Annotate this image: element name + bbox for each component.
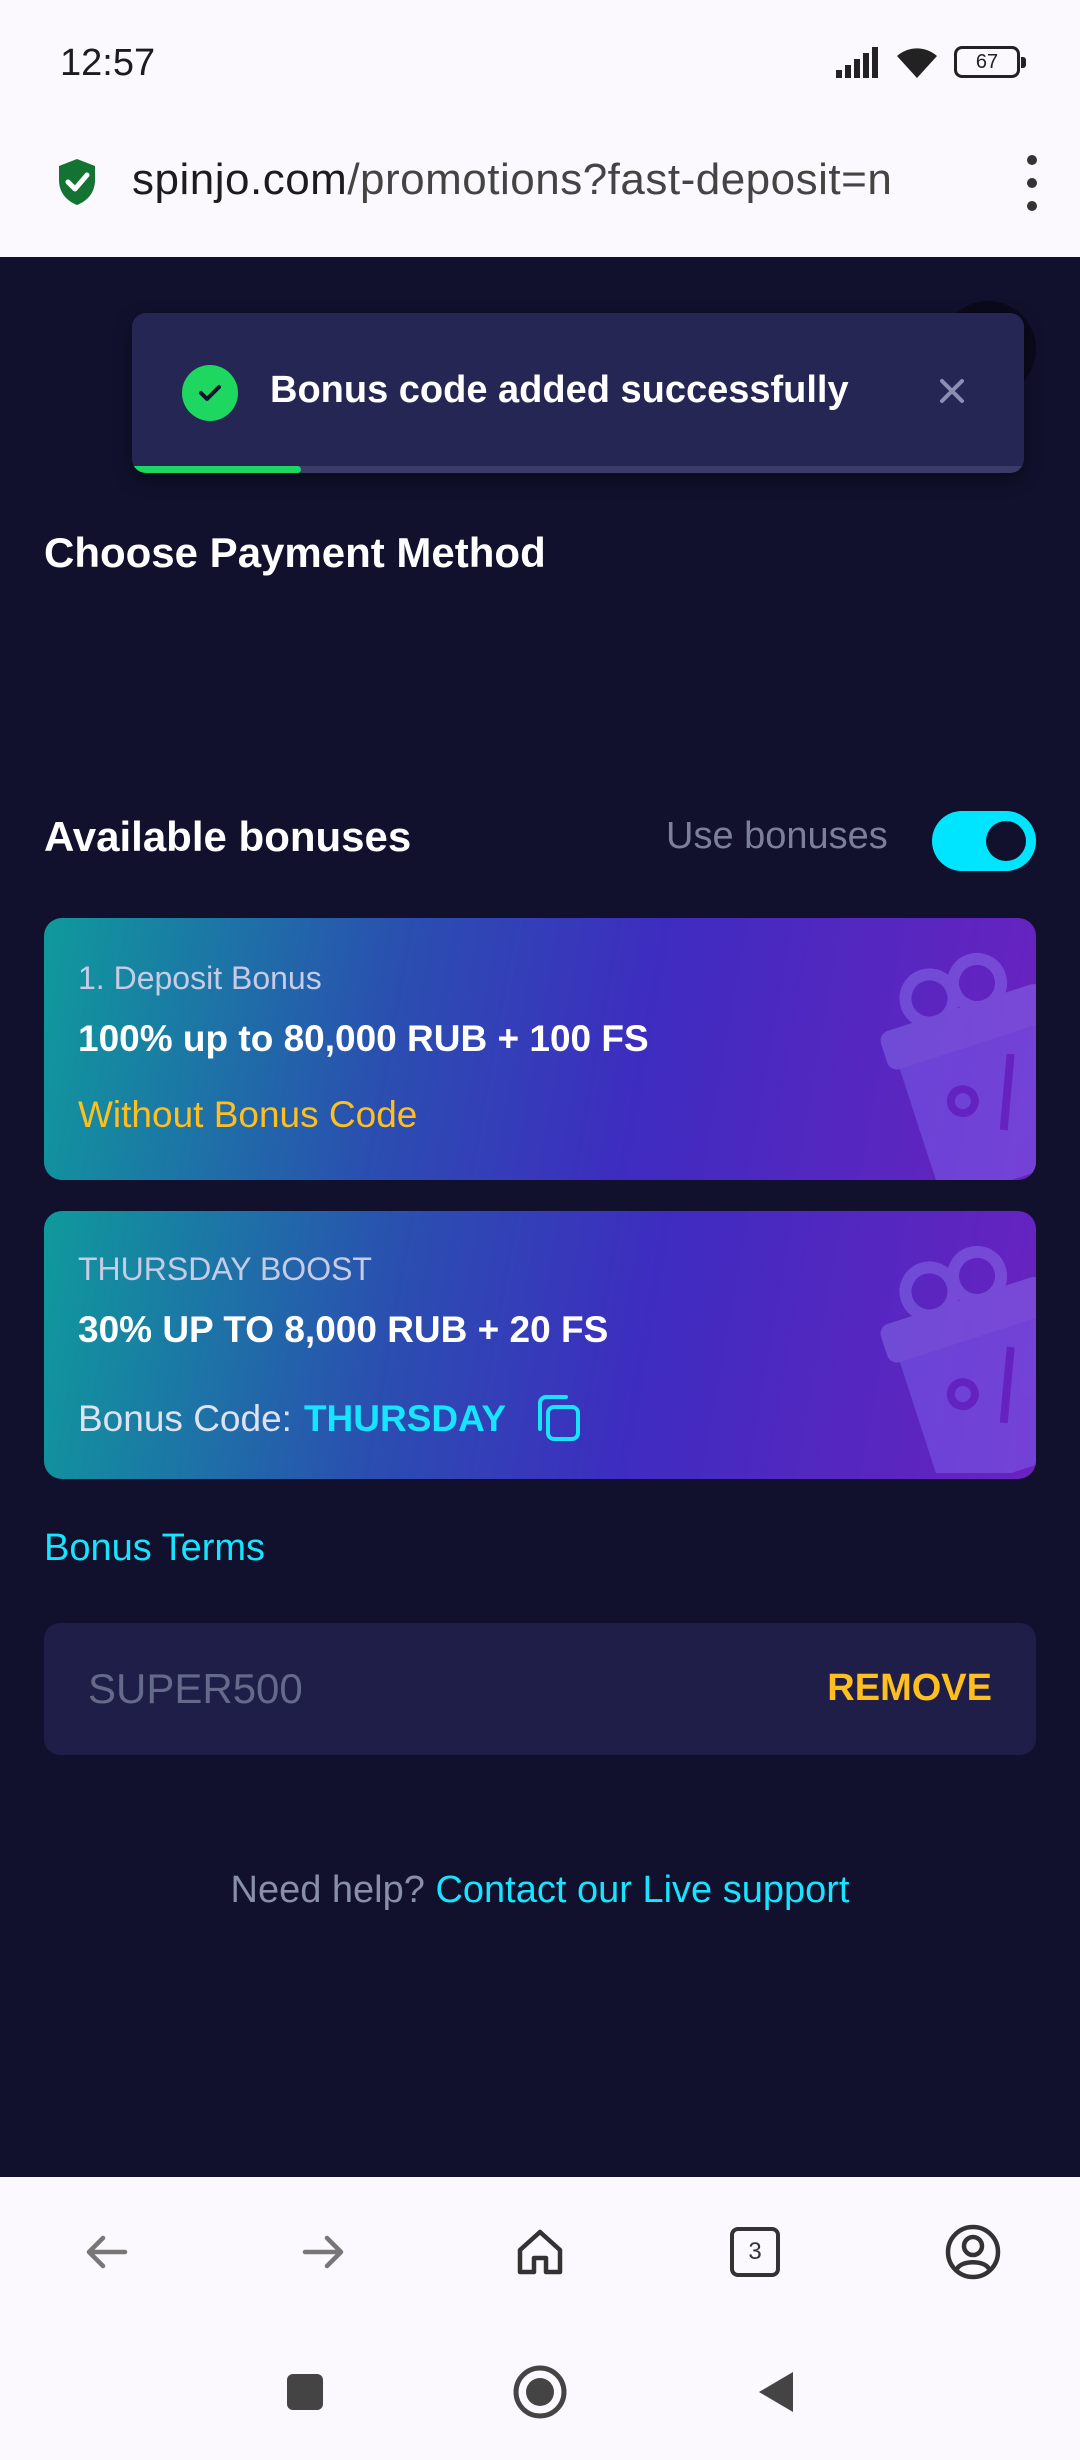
bonus-terms-link[interactable]: Bonus Terms xyxy=(44,1527,265,1570)
bonus-code-field[interactable]: SUPER500 REMOVE xyxy=(44,1623,1036,1755)
secure-shield-icon[interactable] xyxy=(56,157,98,207)
bonus-code-row: Bonus Code: THURSDAY xyxy=(78,1391,586,1447)
help-text: Need help? Contact our Live support xyxy=(0,1869,1080,1912)
back-icon[interactable] xyxy=(72,2217,142,2287)
forward-icon[interactable] xyxy=(288,2217,358,2287)
home-icon[interactable] xyxy=(505,2217,575,2287)
copy-icon[interactable] xyxy=(530,1391,586,1447)
browser-url-bar[interactable]: spinjo.com/promotions?fast-deposit=n xyxy=(0,125,1080,257)
browser-toolbar: 3 xyxy=(0,2177,1080,2327)
toast-progress-fill xyxy=(132,466,302,473)
payment-method-title: Choose Payment Method xyxy=(44,529,546,576)
help-prefix: Need help? xyxy=(230,1869,425,1911)
battery-level: 67 xyxy=(975,50,999,73)
account-icon[interactable] xyxy=(938,2217,1008,2287)
status-icons: 67 xyxy=(834,44,1026,80)
check-circle-icon xyxy=(182,365,238,421)
gift-icon xyxy=(880,952,1036,1180)
bonus-card-label: 1. Deposit Bonus xyxy=(78,960,322,996)
tab-count: 3 xyxy=(730,2227,780,2277)
page-content: Bonus code added successfully Choose Pay… xyxy=(0,257,1080,2177)
available-bonuses-title: Available bonuses xyxy=(44,813,412,860)
use-bonuses-toggle[interactable] xyxy=(932,811,1036,871)
signal-icon xyxy=(836,47,878,78)
url-text[interactable]: spinjo.com/promotions?fast-deposit=n xyxy=(132,155,950,205)
wifi-icon xyxy=(897,48,937,78)
recents-icon[interactable] xyxy=(270,2357,340,2427)
system-nav-bar xyxy=(0,2327,1080,2460)
url-path: /promotions?fast-deposit=n xyxy=(347,155,893,204)
bonus-code-input[interactable]: SUPER500 xyxy=(88,1665,303,1713)
tabs-button[interactable]: 3 xyxy=(720,2217,790,2287)
use-bonuses-label: Use bonuses xyxy=(666,815,888,857)
status-time: 12:57 xyxy=(60,42,156,84)
back-triangle-icon[interactable] xyxy=(740,2357,810,2427)
bonus-card-deposit[interactable]: 1. Deposit Bonus 100% up to 80,000 RUB +… xyxy=(44,918,1036,1180)
bonus-card-thursday[interactable]: THURSDAY BOOST 30% UP TO 8,000 RUB + 20 … xyxy=(44,1211,1036,1479)
battery-icon: 67 xyxy=(954,46,1026,78)
url-domain: spinjo.com xyxy=(132,155,348,204)
gift-icon xyxy=(880,1245,1036,1473)
bonus-card-headline: 30% UP TO 8,000 RUB + 20 FS xyxy=(78,1309,609,1350)
toast-message: Bonus code added successfully xyxy=(270,369,849,411)
toggle-knob xyxy=(986,821,1026,861)
close-icon[interactable] xyxy=(932,371,972,411)
bonus-card-subtext: Without Bonus Code xyxy=(78,1094,418,1135)
success-toast: Bonus code added successfully xyxy=(132,313,1024,473)
home-circle-icon[interactable] xyxy=(505,2357,575,2427)
bonus-card-headline: 100% up to 80,000 RUB + 100 FS xyxy=(78,1018,649,1059)
more-options-icon[interactable] xyxy=(1022,155,1042,211)
bonus-code-prefix: Bonus Code: xyxy=(78,1398,292,1439)
bonus-code-value: THURSDAY xyxy=(303,1398,507,1439)
live-support-link[interactable]: Contact our Live support xyxy=(435,1869,849,1911)
toast-progress xyxy=(132,466,1024,473)
status-bar: 12:57 67 xyxy=(0,0,1080,125)
bonus-card-label: THURSDAY BOOST xyxy=(78,1251,372,1287)
remove-button[interactable]: REMOVE xyxy=(827,1667,992,1710)
